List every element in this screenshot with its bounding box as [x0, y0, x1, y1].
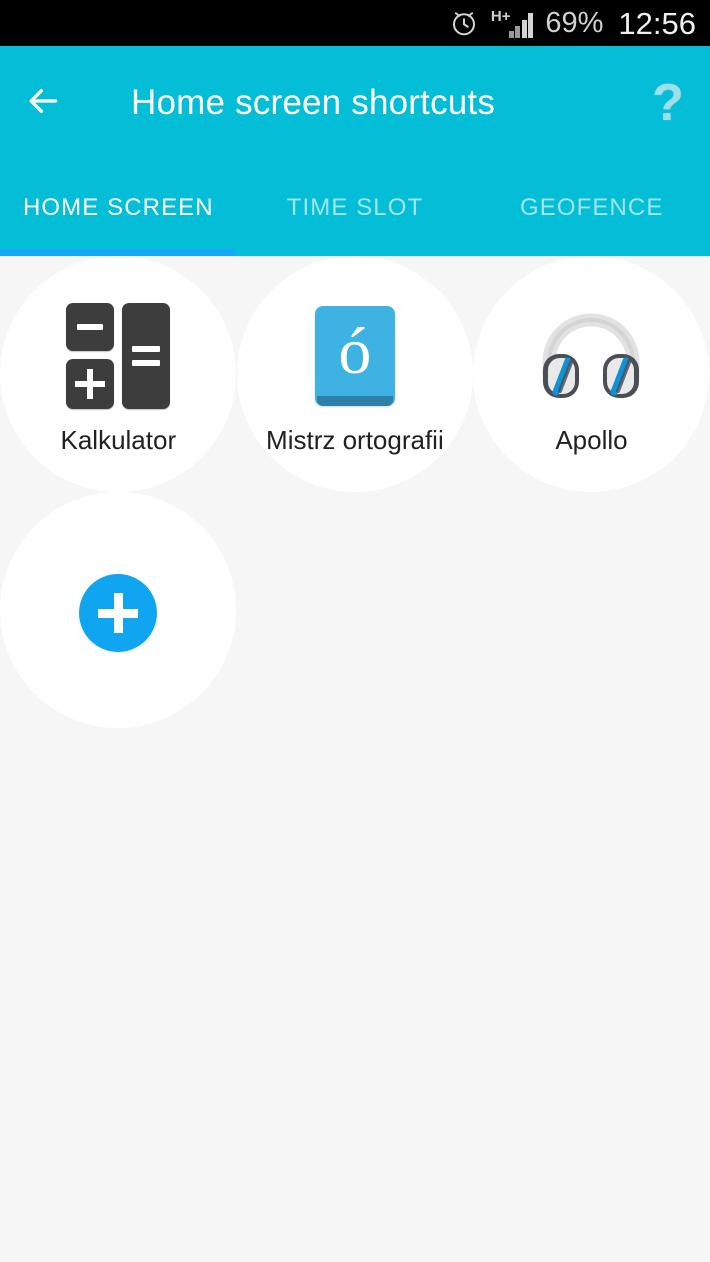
- alarm-clock-icon: [449, 8, 479, 38]
- app-bar: Home screen shortcuts ?: [0, 46, 710, 160]
- page-title: Home screen shortcuts: [131, 83, 496, 122]
- shortcut-label: Mistrz ortografii: [266, 424, 444, 455]
- tab-geofence[interactable]: GEOFENCE: [473, 194, 710, 222]
- shortcut-label: Kalkulator: [60, 424, 177, 455]
- shortcut-label: Apollo: [555, 424, 628, 455]
- status-bar: H+ 69% 12:56: [0, 0, 710, 46]
- headphones-icon: [535, 300, 647, 412]
- tab-home-screen[interactable]: HOME SCREEN: [0, 194, 237, 222]
- network-type-label: H+: [490, 8, 511, 25]
- back-arrow-icon: [21, 82, 65, 125]
- shortcut-item-apollo[interactable]: Apollo: [473, 256, 710, 492]
- letter-o-acute-book-icon: ó: [299, 300, 411, 412]
- add-shortcut-cell[interactable]: [0, 492, 237, 728]
- calculator-icon: [62, 300, 174, 412]
- add-shortcut-button[interactable]: [79, 574, 158, 652]
- shortcut-grid: Kalkulator ó Mistrz ortografii Apollo: [0, 256, 710, 728]
- tab-time-slot[interactable]: TIME SLOT: [237, 194, 474, 222]
- plus-icon: [98, 593, 139, 633]
- help-question-mark-icon: ?: [652, 74, 684, 132]
- battery-percentage: 69%: [545, 6, 604, 39]
- help-button[interactable]: ?: [626, 46, 710, 160]
- shortcut-item-kalkulator[interactable]: Kalkulator: [0, 256, 237, 492]
- signal-bars: [508, 12, 534, 38]
- shortcut-item-mistrz-ortografii[interactable]: ó Mistrz ortografii: [236, 256, 474, 492]
- tab-selection-indicator: [0, 249, 236, 256]
- back-button[interactable]: [0, 46, 86, 160]
- phone-screen: H+ 69% 12:56 Home screen shortcuts ? HOM…: [0, 0, 710, 1262]
- status-clock: 12:56: [618, 5, 696, 41]
- tab-bar: HOME SCREEN TIME SLOT GEOFENCE: [0, 160, 710, 256]
- signal-bars-icon: H+: [491, 8, 534, 38]
